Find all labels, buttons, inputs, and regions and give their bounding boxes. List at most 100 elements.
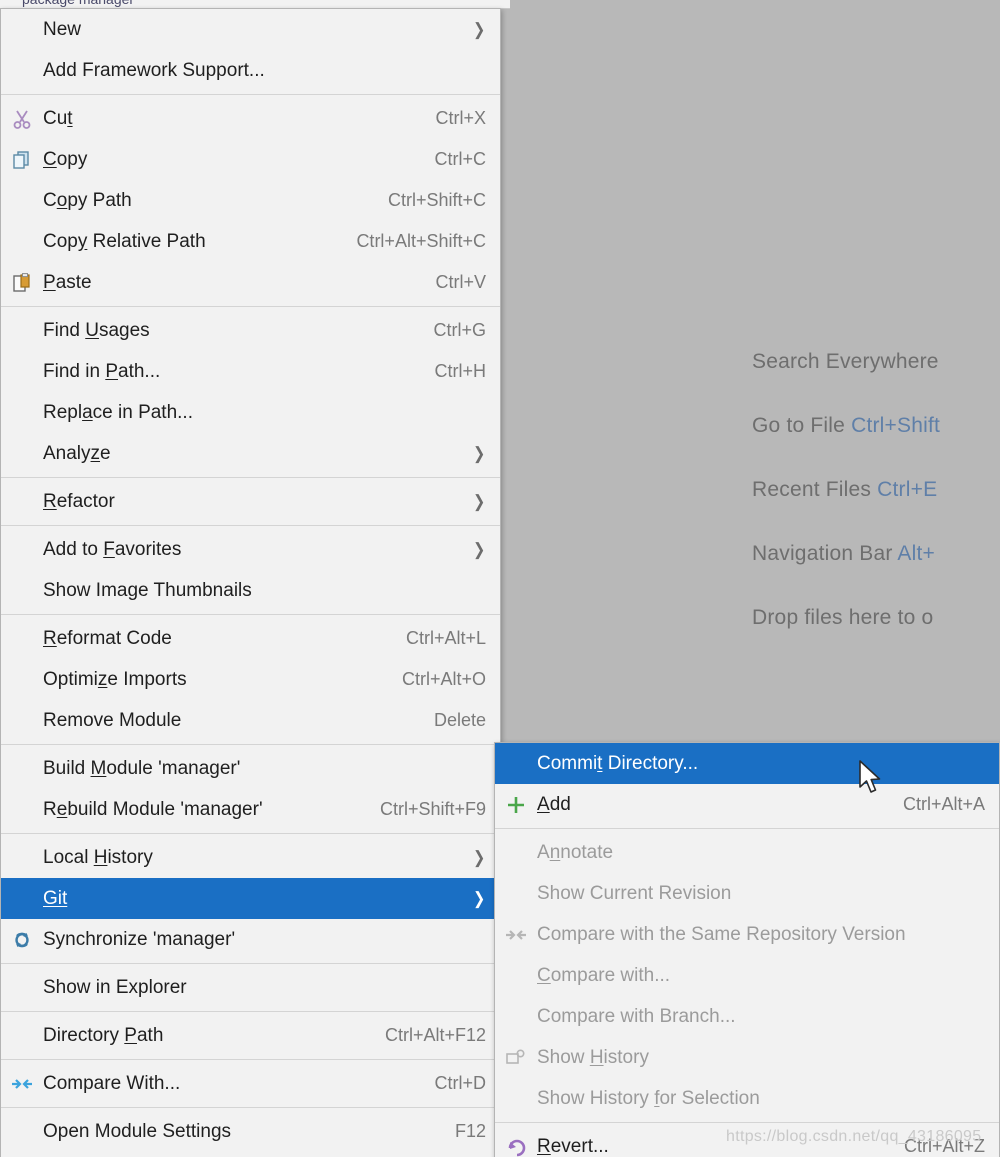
menu-item-shortcut: Delete bbox=[433, 710, 486, 730]
menu-item-label: Copy Relative Path bbox=[43, 230, 206, 252]
menu-item-load-unload-modules[interactable]: Load/Unload Modules... bbox=[1, 1152, 500, 1157]
menu-item-shortcut: Ctrl+Shift+F9 bbox=[379, 799, 486, 819]
chevron-right-icon: ❯ bbox=[472, 539, 485, 559]
editor-hint-text: Go to File bbox=[752, 414, 852, 437]
menu-item-label: Refactor bbox=[43, 490, 115, 512]
menu-item-label: Commit Directory... bbox=[537, 752, 699, 774]
menu-item-label: Copy Path bbox=[43, 189, 132, 211]
icon-placeholder bbox=[7, 59, 37, 83]
menu-item-copy[interactable]: Copy Ctrl+C bbox=[1, 139, 500, 180]
menu-item-label: Show Current Revision bbox=[537, 882, 732, 904]
menu-separator bbox=[1, 306, 500, 307]
revert-icon bbox=[501, 1135, 531, 1157]
menu-item-label: Reformat Code bbox=[43, 627, 172, 649]
icon-placeholder bbox=[501, 841, 531, 865]
history-icon bbox=[501, 1046, 531, 1070]
menu-item-replace-in-path[interactable]: Replace in Path... bbox=[1, 392, 500, 433]
compare-icon bbox=[7, 1072, 37, 1096]
git-submenu[interactable]: Commit Directory... Add Ctrl+Alt+A Annotate… bbox=[494, 742, 1000, 1157]
menu-item-paste[interactable]: Paste Ctrl+V bbox=[1, 262, 500, 303]
menu-item-directory-path[interactable]: Directory Path Ctrl+Alt+F12 bbox=[1, 1015, 500, 1056]
menu-item-label: Find in Path... bbox=[43, 360, 161, 382]
chevron-right-icon: ❯ bbox=[472, 19, 485, 39]
menu-item-compare-with[interactable]: Compare With... Ctrl+D bbox=[1, 1063, 500, 1104]
menu-item-rebuild-module-manager[interactable]: Rebuild Module 'manager' Ctrl+Shift+F9 bbox=[1, 789, 500, 830]
menu-item-remove-module[interactable]: Remove Module Delete bbox=[1, 700, 500, 741]
cut-icon bbox=[7, 107, 37, 131]
icon-placeholder bbox=[7, 18, 37, 42]
menu-item-new[interactable]: New ❯ bbox=[1, 9, 500, 50]
menu-item-synchronize-manager[interactable]: Synchronize 'manager' bbox=[1, 919, 500, 960]
menu-item-compare-with-the-same-repository-version: Compare with the Same Repository Version bbox=[495, 914, 999, 955]
menu-item-compare-with-branch: Compare with Branch... bbox=[495, 996, 999, 1037]
icon-placeholder bbox=[7, 668, 37, 692]
menu-item-local-history[interactable]: Local History ❯ bbox=[1, 837, 500, 878]
menu-item-label: Compare with Branch... bbox=[537, 1005, 736, 1027]
icon-placeholder bbox=[7, 976, 37, 1000]
icon-placeholder bbox=[7, 538, 37, 562]
menu-item-label: Paste bbox=[43, 271, 92, 293]
synchronize-icon bbox=[7, 928, 37, 952]
menu-item-copy-path[interactable]: Copy Path Ctrl+Shift+C bbox=[1, 180, 500, 221]
menu-item-build-module-manager[interactable]: Build Module 'manager' bbox=[1, 748, 500, 789]
menu-separator bbox=[1, 1059, 500, 1060]
menu-item-label: Open Module Settings bbox=[43, 1120, 232, 1142]
menu-item-open-module-settings[interactable]: Open Module Settings F12 bbox=[1, 1111, 500, 1152]
icon-placeholder bbox=[501, 1005, 531, 1029]
editor-hint-shortcut: Ctrl+E bbox=[877, 478, 938, 501]
icon-placeholder bbox=[7, 1120, 37, 1144]
editor-empty-hints: Search Everywhere Go to File Ctrl+Shift Re… bbox=[752, 348, 1000, 668]
menu-item-show-current-revision: Show Current Revision bbox=[495, 873, 999, 914]
project-tree-context-menu[interactable]: New ❯ Add Framework Support... Cut Ctrl+X Cop… bbox=[0, 8, 501, 1157]
icon-placeholder bbox=[7, 579, 37, 603]
menu-separator bbox=[1, 1107, 500, 1108]
menu-item-copy-relative-path[interactable]: Copy Relative Path Ctrl+Alt+Shift+C bbox=[1, 221, 500, 262]
icon-placeholder bbox=[7, 798, 37, 822]
menu-item-show-in-explorer[interactable]: Show in Explorer bbox=[1, 967, 500, 1008]
menu-item-label: Synchronize 'manager' bbox=[43, 928, 236, 950]
chevron-right-icon: ❯ bbox=[472, 847, 485, 867]
menu-separator bbox=[1, 614, 500, 615]
menu-item-add-framework-support[interactable]: Add Framework Support... bbox=[1, 50, 500, 91]
menu-item-shortcut: F12 bbox=[454, 1121, 486, 1141]
menu-item-refactor[interactable]: Refactor ❯ bbox=[1, 481, 500, 522]
icon-placeholder bbox=[7, 627, 37, 651]
editor-hint-text: Recent Files bbox=[752, 478, 878, 501]
menu-item-shortcut: Ctrl+C bbox=[434, 149, 486, 169]
menu-item-add[interactable]: Add Ctrl+Alt+A bbox=[495, 784, 999, 825]
menu-item-cut[interactable]: Cut Ctrl+X bbox=[1, 98, 500, 139]
mouse-cursor bbox=[859, 760, 881, 793]
menu-item-label: Replace in Path... bbox=[43, 401, 193, 423]
menu-item-label: Directory Path bbox=[43, 1024, 164, 1046]
editor-hint-text: Navigation Bar bbox=[752, 542, 898, 565]
menu-item-find-usages[interactable]: Find Usages Ctrl+G bbox=[1, 310, 500, 351]
menu-item-reformat-code[interactable]: Reformat Code Ctrl+Alt+L bbox=[1, 618, 500, 659]
editor-hint-row: Navigation Bar Alt+ bbox=[752, 540, 1000, 604]
menu-item-label: Add bbox=[537, 793, 571, 815]
menu-item-shortcut: Ctrl+H bbox=[434, 361, 486, 381]
menu-item-find-in-path[interactable]: Find in Path... Ctrl+H bbox=[1, 351, 500, 392]
menu-item-git[interactable]: Git ❯ bbox=[1, 878, 500, 919]
editor-hint-row: Go to File Ctrl+Shift bbox=[752, 412, 1000, 476]
menu-separator bbox=[1, 833, 500, 834]
add-icon bbox=[501, 793, 531, 817]
editor-hint-shortcut: Ctrl+Shift bbox=[851, 414, 941, 437]
chevron-right-icon: ❯ bbox=[472, 491, 485, 511]
menu-item-optimize-imports[interactable]: Optimize Imports Ctrl+Alt+O bbox=[1, 659, 500, 700]
menu-item-add-to-favorites[interactable]: Add to Favorites ❯ bbox=[1, 529, 500, 570]
menu-item-show-image-thumbnails[interactable]: Show Image Thumbnails bbox=[1, 570, 500, 611]
icon-placeholder bbox=[7, 709, 37, 733]
icon-placeholder bbox=[501, 964, 531, 988]
menu-separator bbox=[1, 477, 500, 478]
menu-item-show-history-for-selection: Show History for Selection bbox=[495, 1078, 999, 1119]
menu-item-label: Remove Module bbox=[43, 709, 182, 731]
menu-item-commit-directory[interactable]: Commit Directory... bbox=[495, 743, 999, 784]
menu-separator bbox=[1, 744, 500, 745]
editor-hint-row: Search Everywhere bbox=[752, 348, 1000, 412]
menu-separator bbox=[1, 1011, 500, 1012]
icon-placeholder bbox=[7, 189, 37, 213]
icon-placeholder bbox=[7, 757, 37, 781]
menu-item-label: Find Usages bbox=[43, 319, 150, 341]
menu-item-analyze[interactable]: Analyze ❯ bbox=[1, 433, 500, 474]
copy-icon bbox=[7, 148, 37, 172]
